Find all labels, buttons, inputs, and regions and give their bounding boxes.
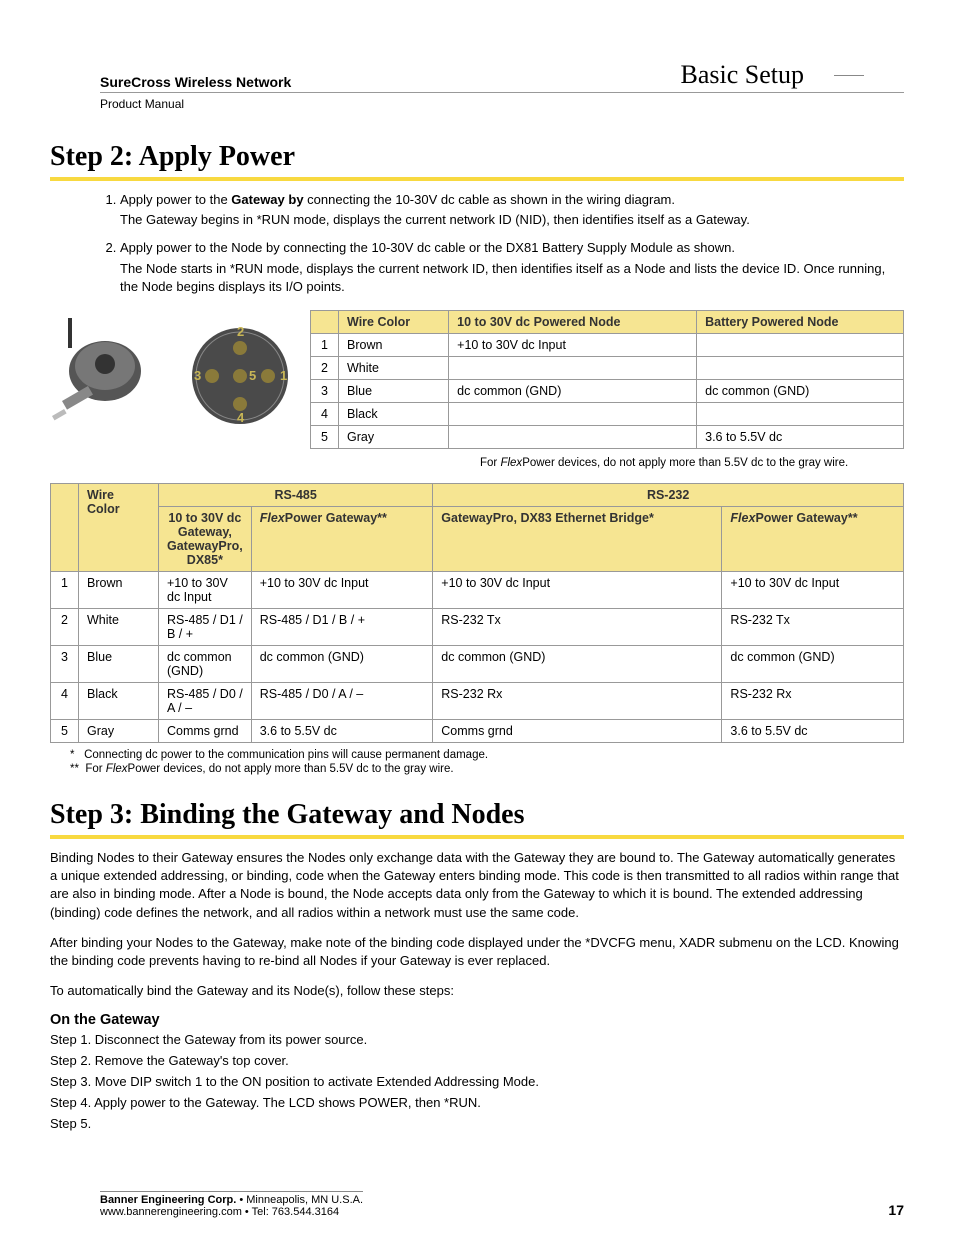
gstep-4: Step 4. Apply power to the Gateway. The … (50, 1095, 904, 1110)
header-subtitle: Product Manual (100, 97, 904, 111)
table-row: 1Brown+10 to 30V dc Input+10 to 30V dc I… (51, 571, 904, 608)
wire-table-2: Wire Color RS-485 RS-232 10 to 30V dc Ga… (50, 483, 904, 743)
gstep-5: Step 5. (50, 1116, 904, 1131)
th-wire-color: Wire Color (79, 483, 159, 571)
gstep-1: Step 1. Disconnect the Gateway from its … (50, 1032, 904, 1047)
th-col1: 10 to 30V dc Gateway, GatewayPro, DX85* (159, 506, 252, 571)
th-blank (51, 483, 79, 571)
section-title: Basic Setup (681, 60, 905, 90)
product-line: SureCross Wireless Network (100, 74, 291, 90)
table-row: 2White (311, 356, 904, 379)
table-row: 2WhiteRS-485 / D1 / B / +RS-485 / D1 / B… (51, 608, 904, 645)
step2-list: Apply power to the Gateway by connecting… (120, 191, 904, 296)
svg-text:2: 2 (237, 324, 244, 339)
yellow-rule (50, 835, 904, 839)
wire-table-1: Wire Color 10 to 30V dc Powered Node Bat… (310, 310, 904, 449)
yellow-rule (50, 177, 904, 181)
step2-heading: Step 2: Apply Power (50, 141, 904, 173)
text: connecting the 10-30V dc cable as shown … (304, 192, 675, 207)
table-row: 1Brown+10 to 30V dc Input (311, 333, 904, 356)
table-row: 5GrayComms grnd3.6 to 5.5V dcComms grnd3… (51, 719, 904, 742)
figure-box: 1 2 3 4 5 (50, 310, 300, 436)
device-icon (50, 316, 170, 436)
svg-text:1: 1 (280, 368, 287, 383)
footer-left: Banner Engineering Corp. • Minneapolis, … (100, 1191, 363, 1218)
table-row: 3Bluedc common (GND)dc common (GND)dc co… (51, 645, 904, 682)
gstep-2: Step 2. Remove the Gateway's top cover. (50, 1053, 904, 1068)
svg-text:3: 3 (194, 368, 201, 383)
th-col2: FlexPower Gateway** (251, 506, 433, 571)
table-row: 3Bluedc common (GND)dc common (GND) (311, 379, 904, 402)
header-left: SureCross Wireless Network (100, 74, 291, 90)
footer-loc: • Minneapolis, MN U.S.A. (236, 1194, 363, 1206)
step3-p1: Binding Nodes to their Gateway ensures t… (50, 849, 904, 922)
step3-p2: After binding your Nodes to the Gateway,… (50, 934, 904, 970)
connector-icon: 1 2 3 4 5 (180, 316, 300, 436)
text: Apply power to the Node by connecting th… (120, 240, 735, 255)
table1-note: For FlexPower devices, do not apply more… (480, 457, 904, 469)
th-rs485: RS-485 (159, 483, 433, 506)
table-row: 4Black (311, 402, 904, 425)
step3-p3: To automatically bind the Gateway and it… (50, 982, 904, 1000)
gateway-steps: Step 1. Disconnect the Gateway from its … (50, 1032, 904, 1131)
step3-heading: Step 3: Binding the Gateway and Nodes (50, 799, 904, 831)
th-col4: FlexPower Gateway** (722, 506, 904, 571)
text: The Node starts in *RUN mode, displays t… (120, 260, 904, 296)
th-rs232: RS-232 (433, 483, 904, 506)
figure-table-row: 1 2 3 4 5 Wire Color 10 to 30V dc Powere… (50, 310, 904, 449)
th-powered-node: 10 to 30V dc Powered Node (449, 310, 697, 333)
table-row: 4BlackRS-485 / D0 / A / –RS-485 / D0 / A… (51, 682, 904, 719)
step2-item-1: Apply power to the Gateway by connecting… (120, 191, 904, 229)
section-title-text: Basic Setup (681, 60, 805, 90)
table-row: 5Gray3.6 to 5.5V dc (311, 425, 904, 448)
header-rule (834, 75, 864, 76)
th-wire-color: Wire Color (339, 310, 449, 333)
text: Apply power to the (120, 192, 231, 207)
page-footer: Banner Engineering Corp. • Minneapolis, … (50, 1191, 904, 1218)
footer-company: Banner Engineering Corp. (100, 1194, 236, 1206)
step2-item-2: Apply power to the Node by connecting th… (120, 239, 904, 296)
svg-text:5: 5 (249, 368, 256, 383)
footnote-2: ** For FlexPower devices, do not apply m… (70, 763, 904, 775)
th-blank (311, 310, 339, 333)
page-header: SureCross Wireless Network Basic Setup (100, 60, 904, 93)
th-battery-node: Battery Powered Node (697, 310, 904, 333)
footer-contact: www.bannerengineering.com • Tel: 763.544… (100, 1206, 363, 1218)
gstep-3: Step 3. Move DIP switch 1 to the ON posi… (50, 1074, 904, 1089)
text: The Gateway begins in *RUN mode, display… (120, 211, 904, 229)
footnote-1: * Connecting dc power to the communicati… (70, 749, 904, 761)
page-number: 17 (888, 1202, 904, 1218)
footnotes: * Connecting dc power to the communicati… (70, 749, 904, 775)
th-col3: GatewayPro, DX83 Ethernet Bridge* (433, 506, 722, 571)
svg-text:4: 4 (237, 410, 245, 425)
text-bold: Gateway by (231, 192, 303, 207)
on-the-gateway-heading: On the Gateway (50, 1012, 904, 1028)
